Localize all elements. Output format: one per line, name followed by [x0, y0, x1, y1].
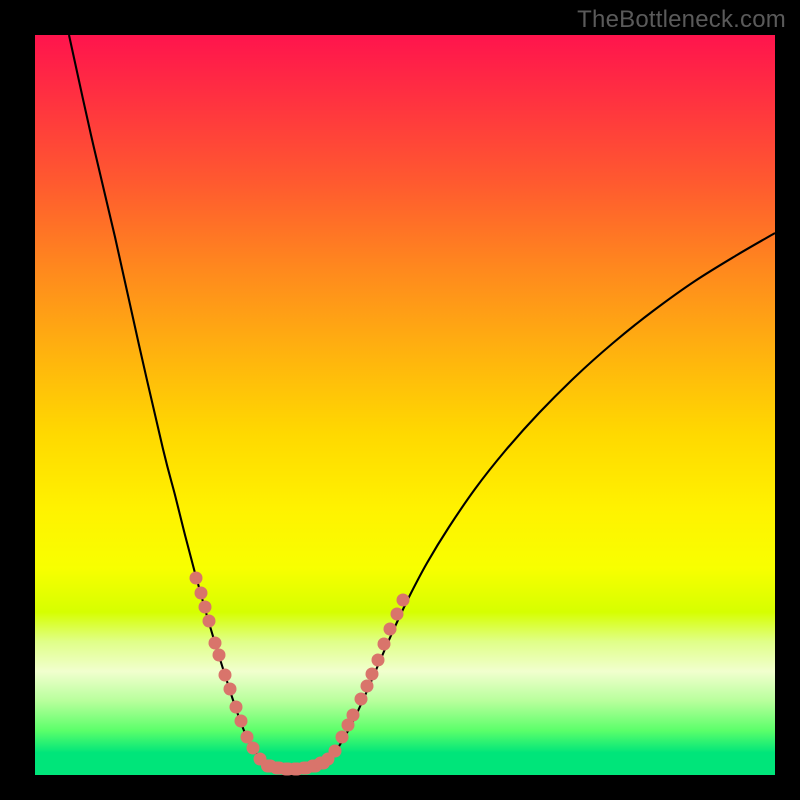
bottleneck-curve	[69, 35, 775, 770]
curve-marker	[314, 757, 330, 770]
marker-group	[190, 572, 410, 776]
curve-marker	[391, 608, 404, 621]
curve-marker	[235, 715, 248, 728]
curve-marker	[209, 637, 222, 650]
curve-marker	[384, 623, 397, 636]
plot-area	[35, 35, 775, 775]
curve-marker	[224, 683, 237, 696]
curve-marker	[203, 615, 216, 628]
chart-container: TheBottleneck.com	[0, 0, 800, 800]
curve-marker	[213, 649, 226, 662]
curve-marker	[247, 742, 260, 755]
curve-marker	[347, 709, 360, 722]
curve-marker	[190, 572, 203, 585]
curve-marker	[329, 745, 342, 758]
curve-marker	[219, 669, 232, 682]
curve-marker	[230, 701, 243, 714]
curve-marker	[195, 587, 208, 600]
curve-marker	[361, 680, 374, 693]
curve-marker	[397, 594, 410, 607]
curve-marker	[372, 654, 385, 667]
curve-marker	[355, 693, 368, 706]
curve-marker	[336, 731, 349, 744]
watermark-text: TheBottleneck.com	[577, 6, 786, 34]
curve-marker	[378, 638, 391, 651]
curve-marker	[241, 731, 254, 744]
curve-layer	[35, 35, 775, 775]
curve-marker	[366, 668, 379, 681]
curve-marker	[199, 601, 212, 614]
